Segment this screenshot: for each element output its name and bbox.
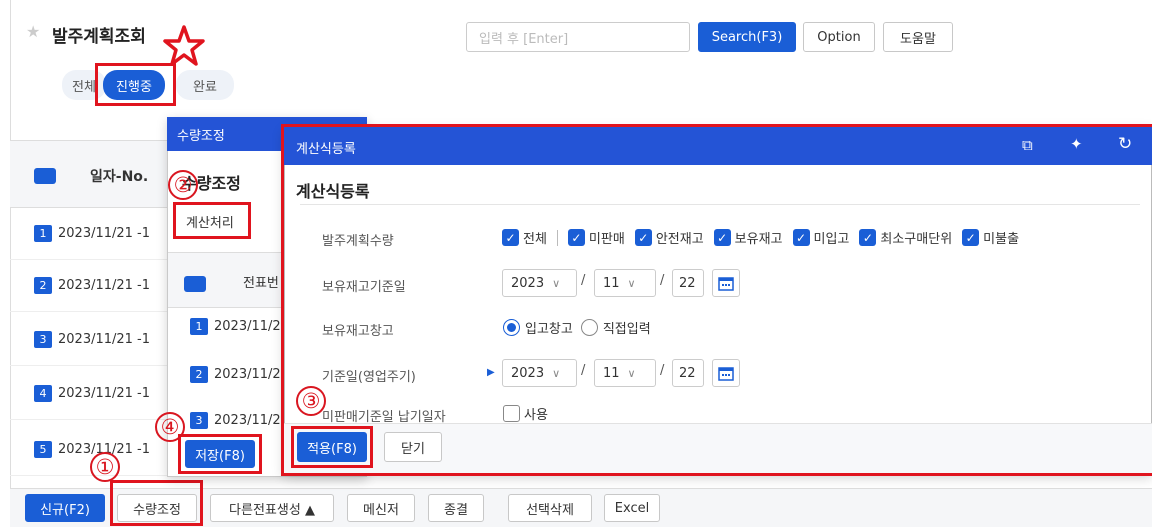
favorite-star-icon[interactable]: ★	[26, 22, 40, 41]
select-all-checkbox[interactable]	[34, 168, 56, 184]
excel-button[interactable]: Excel	[604, 494, 660, 522]
row-number: 1	[190, 318, 208, 335]
close-order-button[interactable]: 종결	[428, 494, 484, 522]
date-no-column-header: 일자-No.	[90, 169, 149, 185]
delete-selected-button[interactable]: 선택삭제	[508, 494, 592, 522]
row-number: 5	[34, 441, 52, 458]
page-title: 발주계획조회	[52, 27, 146, 47]
other-slip-button[interactable]: 다른전표생성 ▲	[210, 494, 334, 522]
row-number: 1	[34, 225, 52, 242]
qty-row[interactable]: 1 2023/11/2	[190, 318, 281, 335]
row-date: 2023/11/21 -1	[58, 226, 151, 241]
row-date: 2023/11/2	[214, 319, 281, 334]
qty-row[interactable]: 3 2023/11/2	[190, 412, 281, 429]
row-number: 3	[190, 412, 208, 429]
list-row[interactable]: 4 2023/11/21 -1	[10, 368, 175, 420]
row-date: 2023/11/21 -1	[58, 332, 151, 347]
option-button[interactable]: Option	[803, 22, 875, 52]
tab-completed[interactable]: 완료	[176, 70, 234, 100]
row-date: 2023/11/2	[214, 413, 281, 428]
help-button[interactable]: 도움말	[883, 22, 953, 52]
highlight-box-calc-tab	[173, 202, 251, 239]
row-number: 2	[34, 277, 52, 294]
qty-row[interactable]: 2 2023/11/2	[190, 366, 281, 383]
row-date: 2023/11/2	[214, 367, 281, 382]
search-input[interactable]: 입력 후 [Enter]	[466, 22, 690, 52]
highlight-box-in-progress	[95, 63, 176, 106]
search-button[interactable]: Search(F3)	[698, 22, 796, 52]
annotation-step-4: ④	[155, 412, 185, 442]
row-date: 2023/11/21 -1	[58, 386, 151, 401]
list-row[interactable]: 2 2023/11/21 -1	[10, 260, 175, 312]
row-number: 2	[190, 366, 208, 383]
annotation-star-icon	[163, 25, 205, 66]
highlight-box-formula-modal	[281, 124, 1152, 476]
qty-select-all-checkbox[interactable]	[184, 276, 206, 292]
new-button[interactable]: 신규(F2)	[25, 494, 105, 522]
messenger-button[interactable]: 메신저	[347, 494, 415, 522]
list-row[interactable]: 3 2023/11/21 -1	[10, 314, 175, 366]
list-row[interactable]: 1 2023/11/21 -1	[10, 208, 175, 260]
highlight-box-save	[178, 434, 262, 474]
row-number: 3	[34, 331, 52, 348]
highlight-box-qty-adjust	[110, 480, 203, 526]
slip-no-column-header: 전표번	[243, 276, 279, 291]
row-date: 2023/11/21 -1	[58, 278, 151, 293]
row-number: 4	[34, 385, 52, 402]
annotation-step-1: ①	[90, 452, 120, 482]
annotation-step-2: ②	[168, 170, 198, 200]
